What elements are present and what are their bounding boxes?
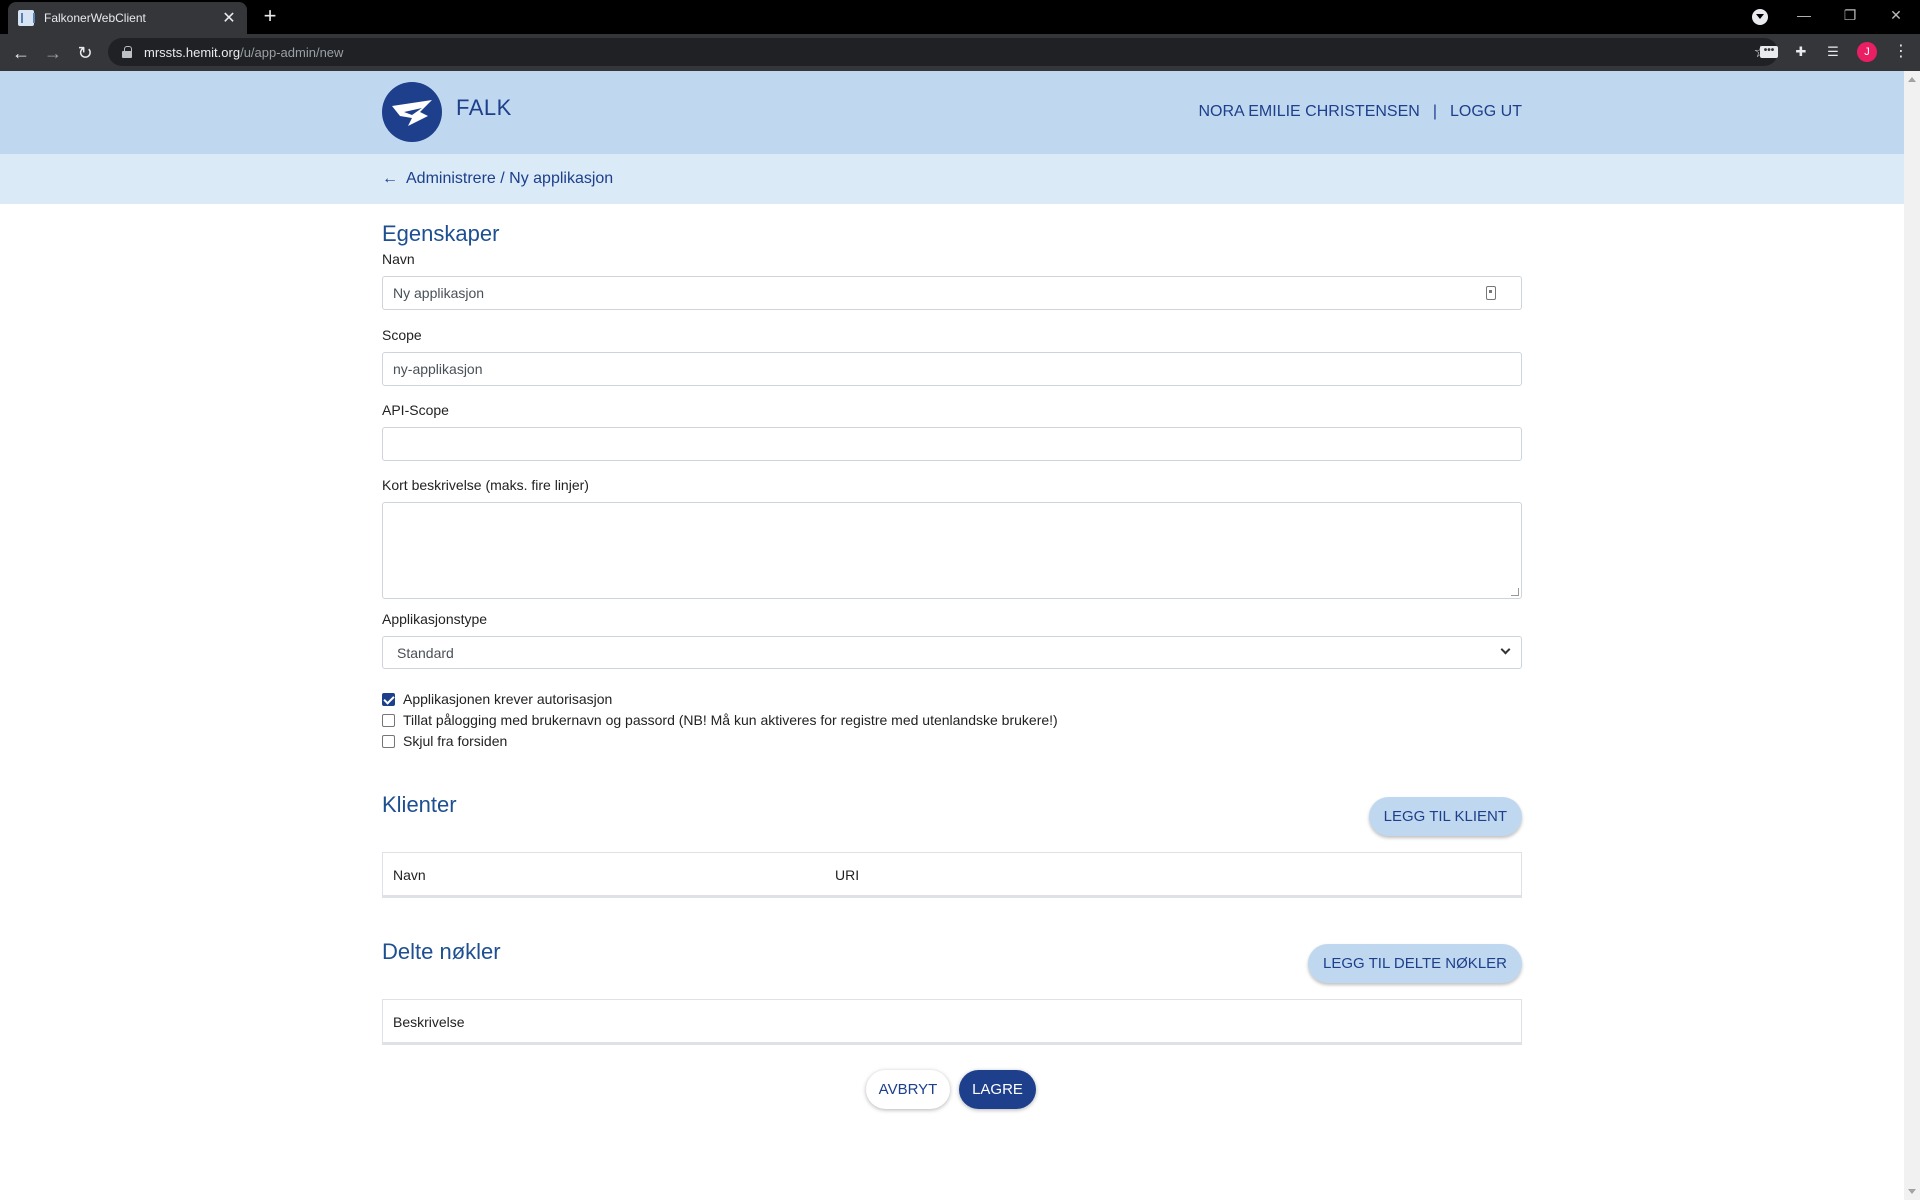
resize-handle-icon[interactable] <box>1511 588 1519 596</box>
extensions-puzzle-icon[interactable]: ✚ <box>1792 44 1810 60</box>
scope-label: Scope <box>382 327 422 343</box>
back-arrow-icon[interactable]: ← <box>382 170 398 188</box>
section-heading-shared-keys: Delte nøkler <box>382 939 501 964</box>
browser-tab-strip: FalkonerWebClient ✕ + — ❐ ✕ <box>0 0 1920 34</box>
page-scrollbar[interactable] <box>1904 71 1920 1200</box>
reload-icon[interactable]: ↻ <box>72 40 98 66</box>
column-header-name[interactable]: Navn <box>393 867 426 883</box>
checkbox-label[interactable]: Applikasjonen krever autorisasjon <box>403 691 612 707</box>
app-type-label: Applikasjonstype <box>382 611 488 627</box>
url-path: /u/app-admin/new <box>240 44 344 60</box>
breadcrumb-bar: ← Administrere / Ny applikasjon <box>0 154 1904 204</box>
address-bar[interactable]: mrssts.hemit.org/u/app-admin/new ☆ <box>108 38 1778 66</box>
page-favicon-icon <box>18 10 35 26</box>
save-button[interactable]: LAGRE <box>959 1070 1036 1109</box>
scope-input-value: ny-applikasjon <box>393 361 483 377</box>
column-header-description[interactable]: Beskrivelse <box>393 1014 465 1030</box>
name-input-value: Ny applikasjon <box>393 285 485 301</box>
app-type-select[interactable]: Standard <box>382 636 1522 669</box>
falk-logo-icon[interactable] <box>382 82 442 142</box>
checkbox-checked-icon[interactable] <box>382 692 395 706</box>
lock-icon <box>122 46 132 58</box>
url-host: mrssts.hemit.org <box>144 44 241 60</box>
description-label: Kort beskrivelse (maks. fire linjer) <box>382 477 589 493</box>
breadcrumb[interactable]: ← Administrere / Ny applikasjon <box>382 170 613 188</box>
browser-menu-icon[interactable]: ⋮ <box>1893 42 1909 62</box>
name-input[interactable]: Ny applikasjon <box>382 276 1522 310</box>
shared-keys-table: Beskrivelse <box>382 999 1522 1045</box>
scope-input[interactable]: ny-applikasjon <box>382 352 1522 386</box>
window-restore-button[interactable]: ❐ <box>1827 0 1873 34</box>
breadcrumb-text[interactable]: Administrere / Ny applikasjon <box>406 170 613 188</box>
checkbox-unchecked-icon[interactable] <box>382 734 395 748</box>
checkbox-hide-from-frontpage[interactable]: Skjul fra forsiden <box>382 733 507 749</box>
checkbox-requires-authorization[interactable]: Applikasjonen krever autorisasjon <box>382 691 612 707</box>
checkbox-allow-password-login[interactable]: Tillat pålogging med brukernavn og passo… <box>382 712 1058 728</box>
cancel-button[interactable]: AVBRYT <box>866 1070 950 1109</box>
profile-avatar[interactable]: J <box>1857 42 1877 62</box>
nav-separator: | <box>1432 103 1437 120</box>
user-name-link[interactable]: NORA EMILIE CHRISTENSEN <box>1198 103 1419 121</box>
api-scope-label: API-Scope <box>382 402 449 418</box>
scroll-down-arrow-icon[interactable] <box>1908 1189 1916 1194</box>
scroll-up-arrow-icon[interactable] <box>1908 77 1916 82</box>
checkbox-unchecked-icon[interactable] <box>382 713 395 727</box>
tab-title: FalkonerWebClient <box>44 11 146 25</box>
app-type-selected: Standard <box>397 645 454 661</box>
checkbox-label[interactable]: Skjul fra forsiden <box>403 733 507 749</box>
url-text: mrssts.hemit.org/u/app-admin/new <box>144 45 343 60</box>
column-header-uri[interactable]: URI <box>835 867 859 883</box>
site-header: FALK NORA EMILIE CHRISTENSEN | LOGG UT <box>0 71 1904 154</box>
chevron-down-icon <box>1500 644 1511 655</box>
logout-link[interactable]: LOGG UT <box>1450 103 1522 121</box>
reading-list-icon[interactable]: ☰ <box>1824 44 1842 60</box>
section-heading-properties: Egenskaper <box>382 221 500 246</box>
window-minimize-button[interactable]: — <box>1781 0 1827 34</box>
add-client-button[interactable]: LEGG TIL KLIENT <box>1368 797 1522 836</box>
extension-icon[interactable]: ••• <box>1760 46 1778 58</box>
password-manager-icon[interactable] <box>1486 286 1496 300</box>
browser-toolbar: ← → ↻ mrssts.hemit.org/u/app-admin/new ☆… <box>0 34 1920 71</box>
clients-table: Navn URI <box>382 852 1522 898</box>
new-tab-button[interactable]: + <box>258 4 282 28</box>
checkbox-label[interactable]: Tillat pålogging med brukernavn og passo… <box>403 712 1058 728</box>
page-viewport: FALK NORA EMILIE CHRISTENSEN | LOGG UT ←… <box>0 71 1904 1200</box>
tab-search-icon[interactable] <box>1752 9 1768 25</box>
window-close-button[interactable]: ✕ <box>1873 0 1919 34</box>
browser-tab[interactable]: FalkonerWebClient ✕ <box>8 2 247 34</box>
name-label: Navn <box>382 251 415 267</box>
section-heading-clients: Klienter <box>382 792 457 817</box>
forward-arrow-icon[interactable]: → <box>40 40 66 66</box>
user-nav: NORA EMILIE CHRISTENSEN | LOGG UT <box>1198 103 1522 121</box>
api-scope-input[interactable] <box>382 427 1522 461</box>
tab-close-icon[interactable]: ✕ <box>221 8 237 28</box>
brand-name[interactable]: FALK <box>456 95 512 121</box>
add-shared-keys-button[interactable]: LEGG TIL DELTE NØKLER <box>1308 944 1522 983</box>
description-textarea[interactable] <box>382 502 1522 599</box>
back-arrow-icon[interactable]: ← <box>8 40 34 66</box>
